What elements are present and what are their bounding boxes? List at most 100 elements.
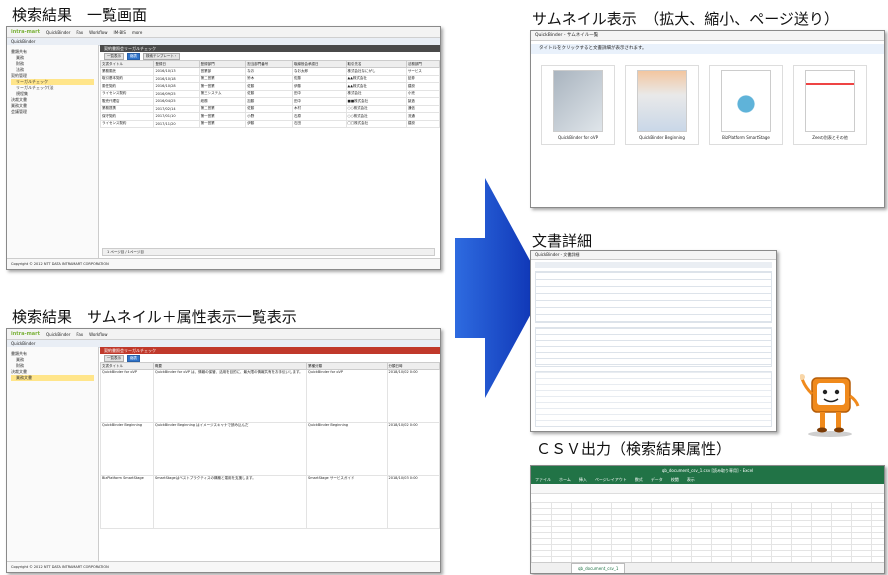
menu-item[interactable]: Fax [76, 332, 83, 337]
menu-item[interactable]: QuickBinder [46, 332, 70, 337]
thumbnail-card[interactable]: BizPlatform SmartStage [709, 65, 783, 145]
excel-ribbon: ファイル ホーム 挿入 ページレイアウト 数式 データ 校閲 表示 [531, 475, 884, 484]
table-row[interactable]: 保守契約 2017/01/10 第一営業 小野 石原 ○○株式会社 流通 [99, 112, 440, 121]
caption-list-screen: 検索結果 一覧画面 [12, 6, 148, 24]
table-row[interactable]: 業務委託 2016/10/13 営業部 なお なお太郎 株式会社なにがし サービス [99, 67, 440, 76]
thumbnail-card[interactable]: Zeeの別表とその他 [793, 65, 867, 145]
thumb-attr-screenshot: intra-mart QuickBinder Fax Workflow Quic… [6, 328, 441, 573]
thumbnail-title[interactable]: BizPlatform SmartStage [722, 135, 770, 140]
table-cell: ライセンス契約 [99, 119, 155, 128]
menu-bar: intra-mart QuickBinder Fax Workflow [7, 329, 440, 340]
thumbnail-image[interactable] [805, 70, 855, 132]
window-title: QuickBinder - サムネイル一覧 [531, 31, 884, 41]
column-header[interactable]: 業種分類 [306, 362, 388, 370]
table-cell: なお太郎 [291, 67, 347, 76]
template-select[interactable]: 検索テンプレート・ [143, 52, 181, 60]
column-header[interactable]: 担当部門番号 [245, 60, 293, 68]
table-cell: 営業部 [198, 67, 247, 76]
attribute-table [535, 271, 772, 323]
table-row[interactable]: 取引基本契約 2016/10/18 第二営業 鈴木 佐藤 ▲▲株式会社 証券 [99, 74, 440, 83]
column-header[interactable]: 登録日 [153, 60, 200, 68]
thumbnail-title[interactable]: Zeeの別表とその他 [812, 135, 848, 141]
menu-item[interactable]: Workflow [89, 332, 107, 337]
formula-bar[interactable] [531, 484, 884, 494]
table-row[interactable]: BizPlatform SmartStage SmartStageはベストプラクテ… [100, 475, 440, 529]
column-header[interactable]: 分類日時 [386, 362, 440, 370]
ribbon-tab[interactable]: 挿入 [579, 475, 587, 484]
ribbon-tab[interactable]: 表示 [687, 475, 695, 484]
thumb-view-tab[interactable]: 縮表 [127, 354, 140, 362]
table-cell: 2016/04/25 [153, 97, 200, 106]
column-header[interactable]: 登録部門 [198, 60, 247, 68]
folder-tree: 書類共有 業務 財務 法務 契約管理 リーガルチェック リーガルチェック(法 規… [7, 45, 99, 259]
table-row[interactable]: 業務提携 2017/02/14 第二営業 佐藤 木村 ○○株式会社 通信 [99, 104, 440, 113]
menu-item[interactable]: IM-BIS [114, 30, 126, 35]
column-header[interactable]: 文書タイトル [100, 362, 154, 370]
ribbon-tab[interactable]: 数式 [635, 475, 643, 484]
list-view-tab[interactable]: 一覧表示 [104, 354, 124, 362]
menu-item[interactable]: QuickBinder [46, 30, 70, 35]
table-cell: サービス [405, 67, 440, 76]
pager[interactable]: 1 ページ目 / 1ページ目 [102, 248, 435, 256]
table-cell: 保守契約 [99, 112, 155, 121]
tree-node[interactable]: 会議管理 [11, 109, 94, 115]
menu-item[interactable]: Workflow [89, 30, 107, 35]
table-cell: 2018/10/02 0:00 [386, 422, 440, 476]
ribbon-tab[interactable]: ページレイアウト [595, 475, 627, 484]
column-header[interactable]: 取引先名 [345, 60, 407, 68]
table-cell: 小売 [405, 89, 440, 98]
ribbon-tab[interactable]: ホーム [559, 475, 571, 484]
table-cell: ▲▲株式会社 [345, 82, 407, 91]
app-logo: intra-mart [11, 330, 41, 337]
menu-bar: intra-mart QuickBinder Fax Workflow IM-B… [7, 27, 440, 38]
table-cell: 販売代理店 [99, 97, 155, 106]
table-cell: なお [245, 67, 293, 76]
column-header[interactable]: 文書タイトル [99, 60, 155, 68]
window-title: QuickBinder - 文書詳細 [531, 251, 776, 260]
thumbnail-card[interactable]: QuickBinder for oVP [541, 65, 615, 145]
result-panel: 契約書照会リーガルチェック 一覧表示 縮表 文書タイトル 概要 業種分類 分類日… [100, 347, 440, 562]
ribbon-tab[interactable]: ファイル [535, 475, 551, 484]
table-cell: 田中 [291, 97, 347, 106]
menu-item[interactable]: more [132, 30, 142, 35]
thumb-view-tab[interactable]: 縮表 [127, 52, 140, 60]
table-cell: QuickBinder for oVP [306, 369, 388, 423]
excel-csv-screenshot: qb_document_csv_1.csv [読み取り専用] - Excel フ… [530, 465, 885, 574]
table-row[interactable]: QuickBinder Beginning QuickBinder Beginni… [100, 422, 440, 476]
column-header[interactable]: 取締役会承認日 [291, 60, 347, 68]
table-row[interactable]: 委任契約 2016/10/28 第一営業 佐藤 伊藤 ▲▲株式会社 建設 [99, 82, 440, 91]
thumbnail-image[interactable] [721, 70, 771, 132]
thumbnail-image[interactable] [553, 70, 603, 132]
table-cell: 建設 [405, 82, 440, 91]
menu-item[interactable]: Fax [76, 30, 83, 35]
thumbnail-title[interactable]: QuickBinder for oVP [558, 135, 598, 140]
sheet-tabs: qb_document_csv_1 [531, 562, 884, 573]
ribbon-tab[interactable]: 校閲 [671, 475, 679, 484]
table-cell: 石田 [291, 119, 347, 128]
table-cell: 鈴木 [245, 74, 293, 83]
thumbnail-card[interactable]: QuickBinder Beginning [625, 65, 699, 145]
thumbnail-title[interactable]: QuickBinder Beginning [639, 135, 685, 140]
table-cell: 伊藤 [291, 82, 347, 91]
table-row[interactable]: ライセンス契約 2017/11/20 第一営業 伊藤 石田 □□株式会社 建設 [99, 119, 440, 128]
table-cell: SmartStageはベストプラクティスの構築と運用を支援します。 [153, 475, 307, 529]
thumbnail-image[interactable] [637, 70, 687, 132]
table-cell: 株式会社 [345, 89, 407, 98]
table-cell: 佐藤 [245, 104, 293, 113]
table-cell: 佐藤 [291, 74, 347, 83]
list-view-tab[interactable]: 一覧表示 [104, 52, 124, 60]
table-cell: BizPlatform SmartStage [100, 475, 154, 529]
table-row[interactable]: 販売代理店 2016/04/25 総務 加藤 田中 ■■株式会社 製造 [99, 97, 440, 106]
table-row[interactable]: ライセンス契約 2016/09/25 第三システム 佐藤 田中 株式会社 小売 [99, 89, 440, 98]
table-cell: 2018/10/03 0:00 [386, 475, 440, 529]
tree-node-selected[interactable]: 業務文書 [11, 375, 94, 381]
column-header[interactable]: 法務部門 [405, 60, 440, 68]
table-row[interactable]: QuickBinder for oVP QuickBinder for oVP は… [100, 369, 440, 423]
spreadsheet-grid[interactable] [531, 502, 884, 563]
ribbon-tab[interactable]: データ [651, 475, 663, 484]
column-header[interactable]: 概要 [153, 362, 307, 370]
table-cell: 第二営業 [198, 74, 247, 83]
result-panel: 契約書照会リーガルチェック 一覧表示 縮表 検索テンプレート・ 文書タイトル 登… [99, 45, 440, 259]
table-cell: ○○株式会社 [345, 112, 407, 121]
sheet-tab[interactable]: qb_document_csv_1 [571, 563, 626, 573]
